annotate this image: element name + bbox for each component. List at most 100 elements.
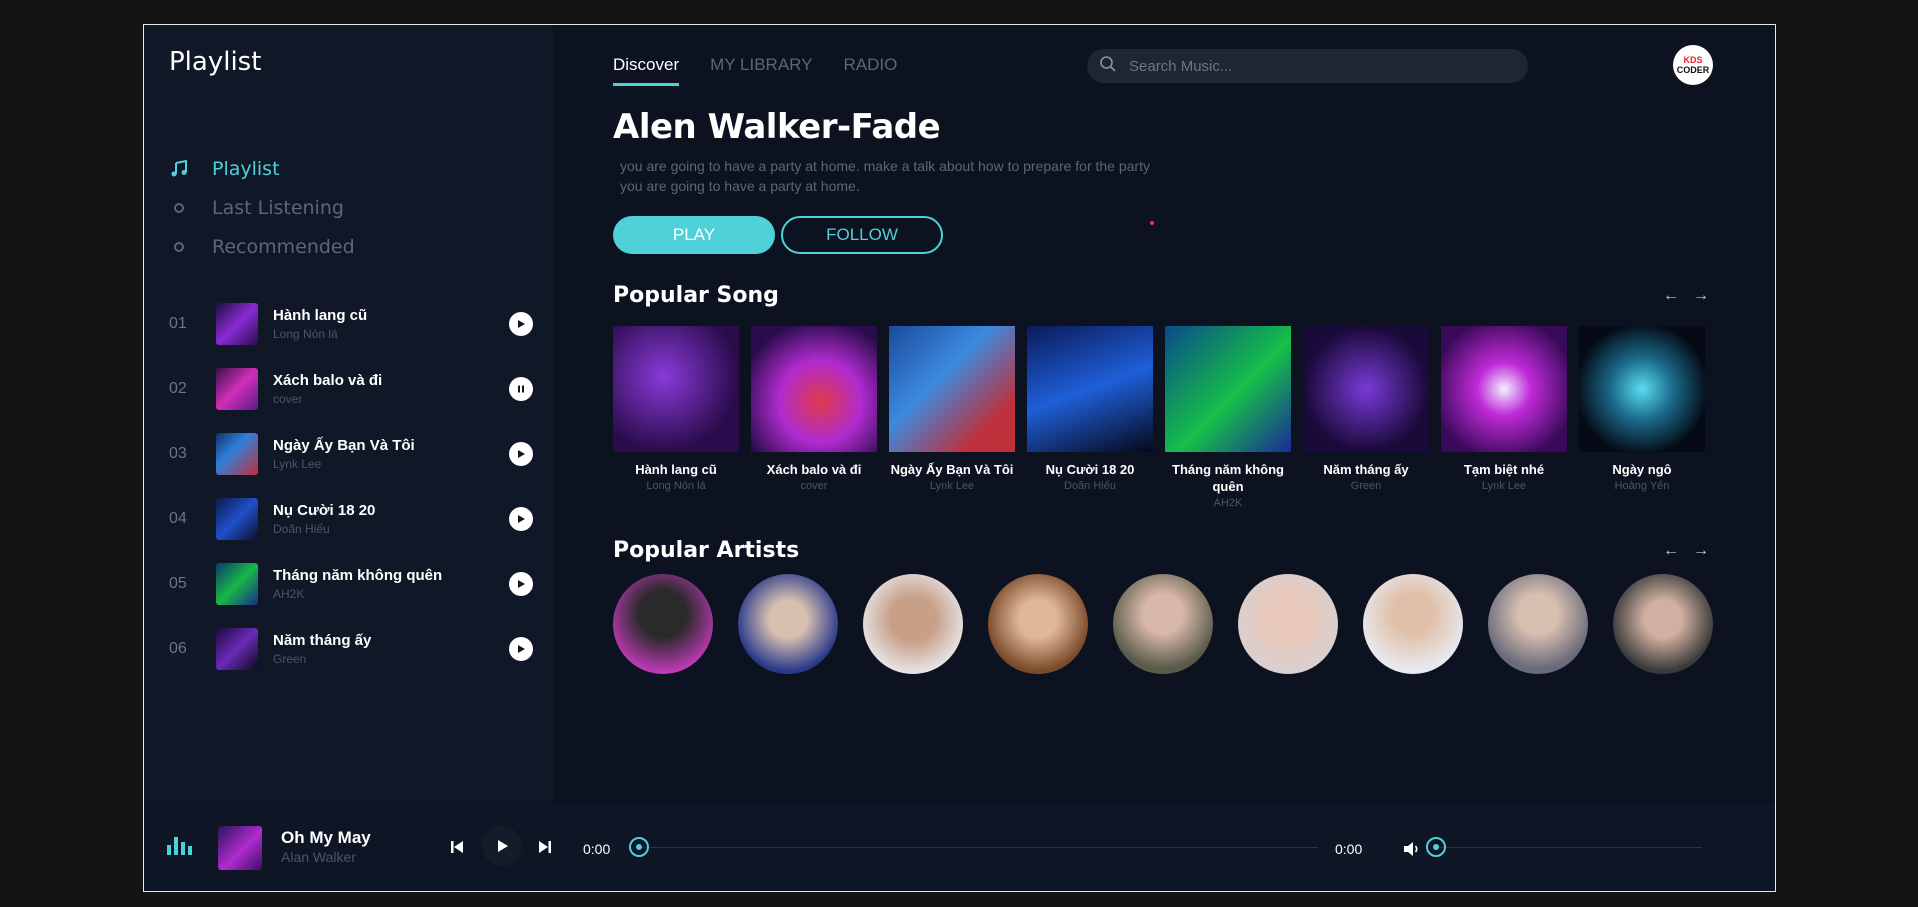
song-artist: Green (1350, 480, 1382, 492)
play-icon (498, 840, 508, 852)
song-card[interactable]: Nụ Cười 18 20 Doãn Hiếu (1027, 326, 1153, 509)
artist-avatar[interactable] (738, 574, 838, 674)
play-icon[interactable] (509, 507, 533, 531)
song-cover (1579, 326, 1705, 452)
now-playing-title: Oh My May (281, 828, 371, 847)
tab-radio[interactable]: RADIO (843, 55, 897, 86)
sidebar-item-playlist[interactable]: Playlist (169, 158, 280, 180)
song-cover (1441, 326, 1567, 452)
play-icon[interactable] (509, 637, 533, 661)
song-cover (613, 326, 739, 452)
song-artist: Lynk Lee (929, 480, 975, 492)
play-icon[interactable] (509, 572, 533, 596)
artist-avatar[interactable] (613, 574, 713, 674)
song-artist: cover (800, 480, 828, 492)
track-thumbnail (216, 303, 258, 345)
pause-icon[interactable] (509, 377, 533, 401)
track-artist: cover (273, 392, 303, 406)
sidebar-item-label: Recommended (212, 236, 355, 258)
track-title: Ngày Ấy Bạn Và Tôi (273, 437, 415, 454)
song-card[interactable]: Tháng năm không quên AH2K (1165, 326, 1291, 509)
now-playing-thumbnail (218, 826, 262, 870)
list-item[interactable]: 04 Nụ Cười 18 20 Doãn Hiếu (169, 494, 539, 544)
song-artist: Hoàng Yến (1614, 480, 1670, 492)
artist-avatar[interactable] (988, 574, 1088, 674)
circle-icon (169, 242, 189, 252)
song-card[interactable]: Hành lang cũ Long Nón lá (613, 326, 739, 509)
artist-avatar[interactable] (1613, 574, 1713, 674)
sidebar-item-label: Playlist (212, 158, 280, 180)
next-icon[interactable] (537, 839, 553, 860)
track-artist: Doãn Hiếu (273, 522, 330, 536)
app-window: Playlist Playlist Last Listening Recomme… (143, 24, 1776, 892)
player-bar: Oh My May Alan Walker 0:00 0:00 (144, 803, 1775, 891)
song-cover (1303, 326, 1429, 452)
song-card[interactable]: Xách balo và đi cover (751, 326, 877, 509)
track-artist: Green (273, 652, 307, 666)
track-thumbnail (216, 498, 258, 540)
sidebar-title: Playlist (169, 47, 262, 77)
popular-song-list: Hành lang cũ Long Nón lá Xách balo và đi… (613, 326, 1705, 509)
volume-bar[interactable] (1438, 847, 1702, 848)
track-number: 06 (169, 640, 187, 657)
hero-description: you are going to have a party at home. m… (620, 158, 1150, 194)
artist-avatar[interactable] (1488, 574, 1588, 674)
tab-discover[interactable]: Discover (613, 55, 680, 86)
search-bar (1087, 49, 1528, 83)
now-playing-artist: Alan Walker (281, 849, 356, 865)
volume-knob[interactable] (1426, 837, 1446, 857)
follow-button[interactable]: FOLLOW (781, 216, 943, 254)
song-card[interactable]: Ngày ngô Hoàng Yến (1579, 326, 1705, 509)
track-number: 04 (169, 510, 187, 527)
tab-my-library[interactable]: MY LIBRARY (710, 55, 812, 86)
list-item[interactable]: 03 Ngày Ấy Bạn Và Tôi Lynk Lee (169, 429, 539, 479)
song-title: Ngày ngô (1612, 462, 1672, 477)
track-number: 03 (169, 445, 187, 462)
track-artist: Lynk Lee (273, 457, 322, 471)
arrow-left-icon[interactable]: ← (1663, 542, 1679, 560)
song-card[interactable]: Ngày Ấy Bạn Và Tôi Lynk Lee (889, 326, 1015, 509)
main-content: Discover MY LIBRARY RADIO KDS CODER Alen… (553, 25, 1775, 803)
list-item[interactable]: 06 Năm tháng ấy Green (169, 624, 539, 674)
song-title: Năm tháng ấy (1323, 462, 1409, 477)
song-artist: Doãn Hiếu (1064, 480, 1116, 492)
track-thumbnail (216, 563, 258, 605)
sidebar-item-label: Last Listening (212, 197, 344, 219)
artist-avatar[interactable] (1238, 574, 1338, 674)
song-cover (751, 326, 877, 452)
arrow-right-icon[interactable]: → (1693, 287, 1709, 305)
song-title: Hành lang cũ (635, 462, 717, 477)
tab-bar: Discover MY LIBRARY RADIO (613, 55, 897, 86)
artist-avatar[interactable] (1363, 574, 1463, 674)
play-icon[interactable] (509, 442, 533, 466)
track-artist: AH2K (273, 587, 305, 601)
progress-bar[interactable] (641, 847, 1318, 848)
song-artist: Lynk Lee (1481, 480, 1527, 492)
progress-knob[interactable] (629, 837, 649, 857)
song-card[interactable]: Tạm biệt nhé Lynk Lee (1441, 326, 1567, 509)
volume-icon[interactable] (1403, 841, 1421, 862)
play-pause-button[interactable] (482, 826, 522, 866)
track-number: 01 (169, 315, 187, 332)
cursor-dot (1150, 221, 1154, 225)
sidebar: Playlist Playlist Last Listening Recomme… (144, 25, 553, 803)
arrow-right-icon[interactable]: → (1693, 542, 1709, 560)
artist-avatar[interactable] (1113, 574, 1213, 674)
list-item[interactable]: 02 Xách balo và đi cover (169, 364, 539, 414)
list-item[interactable]: 05 Tháng năm không quên AH2K (169, 559, 539, 609)
sidebar-item-recommended[interactable]: Recommended (169, 236, 355, 258)
previous-icon[interactable] (449, 839, 465, 860)
track-artist: Long Nón lá (273, 327, 338, 341)
search-input[interactable] (1129, 57, 1509, 75)
equalizer-icon (167, 837, 192, 855)
track-number: 02 (169, 380, 187, 397)
song-cover (889, 326, 1015, 452)
play-button[interactable]: PLAY (613, 216, 775, 254)
artist-avatar[interactable] (863, 574, 963, 674)
arrow-left-icon[interactable]: ← (1663, 287, 1679, 305)
song-card[interactable]: Năm tháng ấy Green (1303, 326, 1429, 509)
list-item[interactable]: 01 Hành lang cũ Long Nón lá (169, 299, 539, 349)
sidebar-item-last-listening[interactable]: Last Listening (169, 197, 344, 219)
play-icon[interactable] (509, 312, 533, 336)
track-title: Xách balo và đi (273, 372, 383, 389)
